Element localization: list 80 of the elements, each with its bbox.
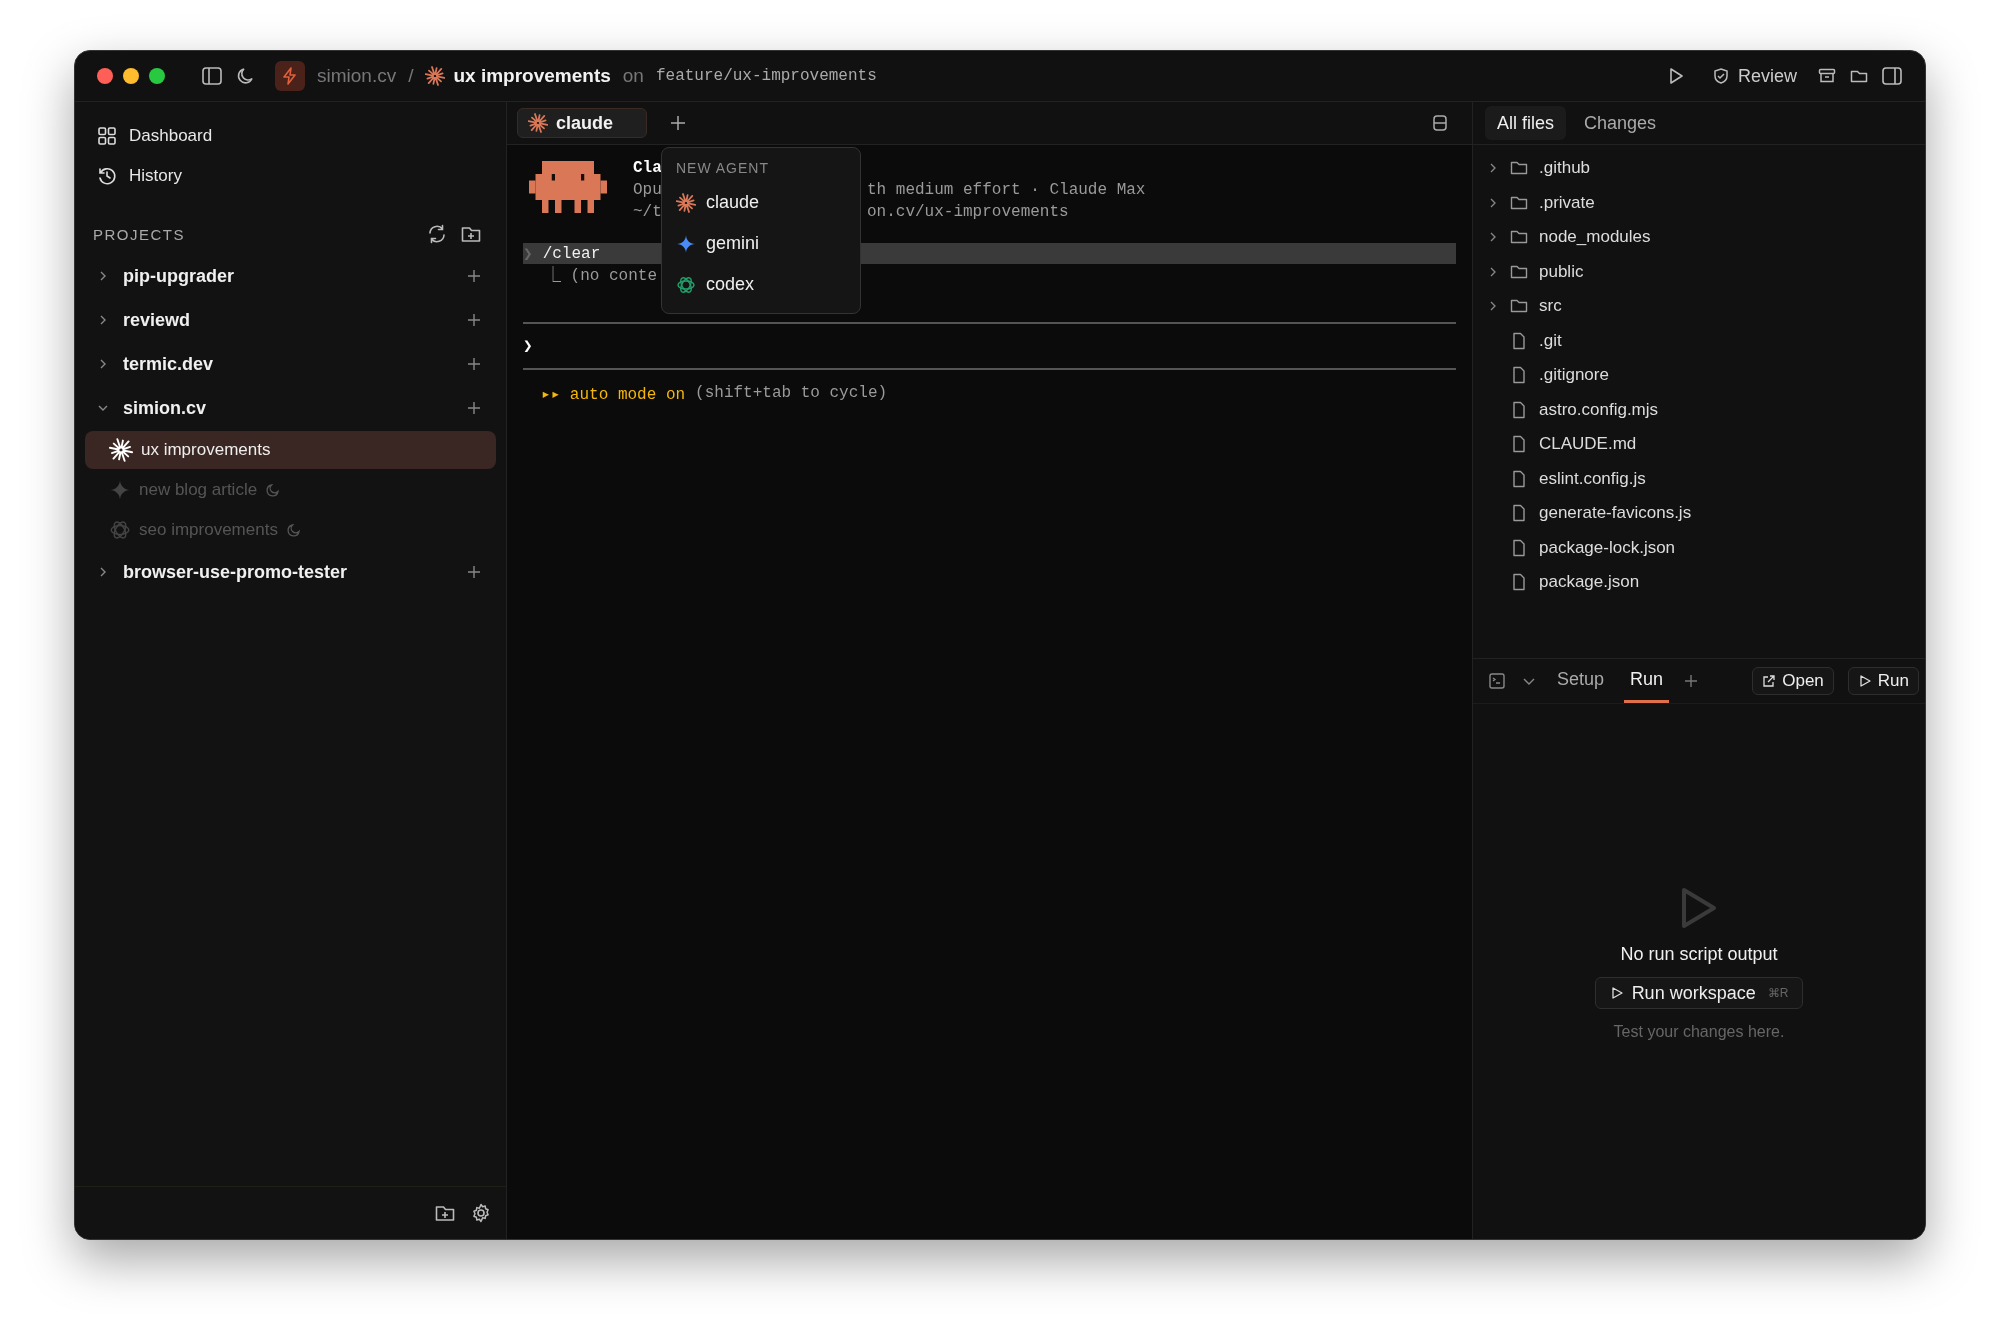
panel-tab[interactable]: All files (1485, 106, 1566, 140)
workspace-name[interactable]: ux improvements (453, 65, 611, 87)
run-workspace-button[interactable]: Run workspace ⌘R (1594, 977, 1804, 1009)
menu-heading: NEW AGENT (675, 159, 770, 178)
project-name[interactable]: simion.cv (317, 65, 397, 87)
plus-icon[interactable] (1683, 673, 1700, 689)
run-panel-tab[interactable]: Run (1624, 659, 1670, 703)
settings-icon[interactable] (470, 1202, 492, 1224)
file-tree-item[interactable]: generate-favicons.js (1473, 496, 1925, 531)
plus-icon[interactable] (466, 356, 482, 372)
minimize-button[interactable] (123, 68, 139, 84)
asterisk-icon (676, 192, 696, 213)
terminal-text: on.cv/ux-improvements (867, 203, 1069, 221)
plus-icon[interactable] (466, 268, 482, 284)
file-tree-item[interactable]: .github (1473, 151, 1925, 186)
plus-icon[interactable] (669, 114, 687, 132)
section-heading: PROJECTS (93, 225, 185, 243)
run-button[interactable]: Run (1847, 667, 1919, 695)
asterisk-icon (528, 113, 548, 133)
grid-icon (97, 126, 117, 146)
command-output: ⎿ (no conte (545, 265, 657, 285)
nav-item[interactable]: Dashboard (85, 116, 496, 156)
plus-icon[interactable] (466, 564, 482, 580)
shield-check-icon (1711, 67, 1730, 85)
file-tree-item[interactable]: package-lock.json (1473, 530, 1925, 565)
file-tree-item[interactable]: .gitignore (1473, 358, 1925, 393)
project-item[interactable]: simion.cv (85, 386, 496, 430)
close-button[interactable] (97, 68, 113, 84)
asterisk-icon (425, 66, 446, 86)
terminal-text: ~/t (633, 203, 663, 221)
play-icon (1857, 674, 1872, 688)
split-icon[interactable] (1430, 113, 1450, 133)
sidebar-toggle-icon[interactable] (201, 65, 223, 87)
terminal-tab[interactable]: claude (517, 108, 647, 138)
project-item[interactable]: termic.dev (85, 342, 496, 386)
panel-tab[interactable]: Changes (1572, 106, 1669, 140)
mode-status: ▸▸ auto mode on (541, 385, 686, 404)
file-tree-item[interactable]: public (1473, 254, 1925, 289)
review-button[interactable]: Review (1711, 65, 1797, 87)
terminal-title: Cla (633, 159, 662, 177)
workspace-item[interactable]: ux improvements (85, 431, 496, 469)
knot-icon (676, 274, 696, 295)
run-panel-tab[interactable]: Setup (1551, 659, 1611, 703)
empty-state-title: No run script output (1620, 944, 1778, 965)
breadcrumb-separator: / (408, 65, 414, 87)
menu-item[interactable]: claude (662, 182, 860, 223)
file-tree-item[interactable]: .git (1473, 323, 1925, 358)
play-icon (1679, 886, 1719, 930)
asterisk-icon (109, 438, 133, 462)
empty-state-hint: Test your changes here. (1613, 1023, 1785, 1041)
terminal-text: Opu (633, 181, 663, 199)
play-icon (1609, 986, 1624, 1000)
plus-icon[interactable] (466, 312, 482, 328)
file-tree-item[interactable]: eslint.config.js (1473, 461, 1925, 496)
panel-toggle-icon[interactable] (1881, 65, 1903, 87)
mode-hint: (shift+tab to cycle) (695, 384, 888, 404)
zoom-button[interactable] (149, 68, 165, 84)
branch-name[interactable]: feature/ux-improvements (655, 67, 877, 85)
refresh-icon[interactable] (426, 223, 448, 245)
file-tree-item[interactable]: src (1473, 289, 1925, 324)
external-link-icon (1762, 674, 1777, 688)
knot-icon (109, 519, 131, 541)
file-tree-item[interactable]: CLAUDE.md (1473, 427, 1925, 462)
open-button[interactable]: Open (1752, 667, 1834, 695)
terminal-icon[interactable] (1487, 671, 1507, 691)
file-tree-item[interactable]: package.json (1473, 565, 1925, 600)
project-item[interactable]: pip-upgrader (85, 254, 496, 298)
terminal-text: th medium effort · Claude Max (867, 181, 1146, 199)
file-tree-item[interactable]: astro.config.mjs (1473, 392, 1925, 427)
menu-item[interactable]: codex (662, 264, 860, 305)
prompt-symbol: ❯ (523, 337, 533, 356)
history-icon (97, 166, 117, 186)
plus-icon[interactable] (466, 400, 482, 416)
file-tree-item[interactable]: node_modules (1473, 220, 1925, 255)
project-item[interactable]: reviewd (85, 298, 496, 342)
nav-item[interactable]: History (85, 156, 496, 196)
bolt-icon[interactable] (275, 61, 305, 91)
branch-prefix: on (622, 65, 644, 87)
project-item[interactable]: browser-use-promo-tester (85, 550, 496, 594)
file-tree-item[interactable]: .private (1473, 185, 1925, 220)
